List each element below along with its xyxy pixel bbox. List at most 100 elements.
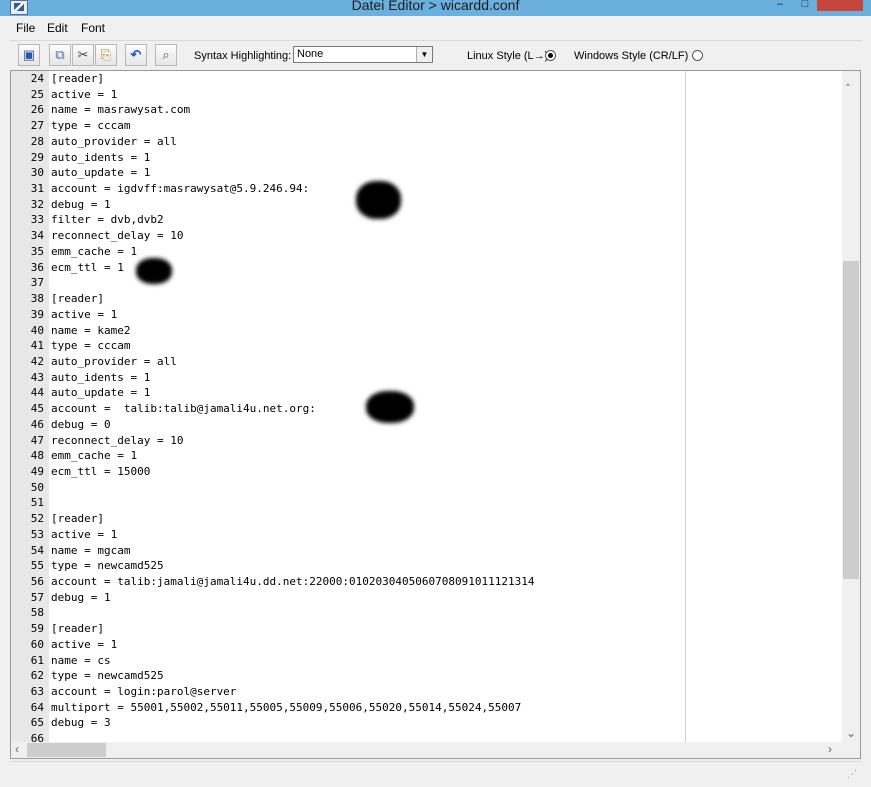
scroll-up-icon[interactable]: ‸: [846, 73, 850, 85]
scroll-right-icon[interactable]: ›: [828, 743, 832, 755]
code-line[interactable]: 54 name = mgcam: [17, 543, 697, 559]
line-number: 52: [30, 512, 44, 526]
window-title: Datei Editor > wicardd.conf: [351, 0, 520, 13]
code-line[interactable]: 52 [reader]: [17, 511, 697, 527]
line-text: account = talib:jamali@jamali4u.dd.net:2…: [51, 575, 535, 588]
maximize-button[interactable]: □: [795, 0, 815, 10]
code-line[interactable]: 55 type = newcamd525: [17, 558, 697, 574]
line-number: 65: [30, 716, 44, 730]
line-text: type = cccam: [51, 339, 131, 353]
line-text: debug = 1: [51, 197, 111, 211]
find-button[interactable]: ⌕: [155, 44, 177, 66]
menu-edit[interactable]: Edit: [47, 21, 68, 35]
line-text: name = cs: [51, 653, 111, 667]
code-line[interactable]: 36 ecm_ttl = 1: [17, 260, 697, 276]
line-number: 51: [30, 496, 44, 510]
line-number: 53: [30, 527, 44, 541]
line-text: [reader]: [51, 72, 104, 85]
line-text: debug = 0: [51, 417, 111, 431]
scroll-down-icon[interactable]: ⌄: [846, 727, 856, 739]
line-text: type = newcamd525: [51, 559, 164, 573]
syntax-highlighting-select[interactable]: None ▼: [293, 46, 433, 63]
scrollbar-corner: [842, 742, 860, 758]
line-text: active = 1: [51, 527, 118, 541]
code-line[interactable]: 49 ecm_ttl = 15000: [17, 464, 697, 480]
code-line[interactable]: 44 auto_update = 1: [17, 385, 697, 401]
code-line[interactable]: 30 auto_update = 1: [17, 165, 697, 181]
line-number: 48: [30, 449, 44, 463]
resize-grip-icon[interactable]: ⋰: [847, 769, 857, 780]
undo-button[interactable]: ↶: [125, 44, 147, 66]
redaction-mark: [356, 181, 401, 219]
menu-font[interactable]: Font: [81, 21, 105, 35]
code-line[interactable]: 39 active = 1: [17, 307, 697, 323]
toolbar: ▣ ⧉ ✂ ⎘ ↶ ⌕ Syntax Highlighting: None ▼ …: [9, 40, 863, 71]
code-area[interactable]: 24 [reader] 25 active = 1 26 name = masrawysa…: [17, 71, 697, 743]
minimize-button[interactable]: –: [770, 0, 790, 10]
line-text: debug = 3: [51, 716, 111, 730]
vertical-scroll-thumb[interactable]: [843, 261, 859, 579]
horizontal-scroll-thumb[interactable]: [27, 743, 106, 757]
line-number: 56: [30, 575, 44, 588]
line-text: emm_cache = 1: [51, 244, 138, 258]
code-line[interactable]: 65 debug = 3: [17, 715, 697, 731]
code-line[interactable]: 62 type = newcamd525: [17, 668, 697, 684]
line-text: auto_idents = 1: [51, 370, 151, 384]
code-line[interactable]: 47 reconnect_delay = 10: [17, 433, 697, 449]
code-line[interactable]: 40 name = kame2: [17, 323, 697, 339]
code-line[interactable]: 53 active = 1: [17, 527, 697, 543]
text-editor[interactable]: 24 [reader] 25 active = 1 26 name = masrawysa…: [10, 70, 861, 759]
code-line[interactable]: 37: [17, 275, 697, 291]
horizontal-scrollbar[interactable]: ‹ ›: [11, 742, 842, 758]
code-line[interactable]: 61 name = cs: [17, 653, 697, 669]
code-line[interactable]: 24 [reader]: [17, 71, 697, 87]
code-line[interactable]: 63 account = login:parol@server: [17, 684, 697, 700]
status-bar: ⋰: [10, 761, 861, 782]
line-number: 30: [30, 166, 44, 180]
code-line[interactable]: 64 multiport = 55001,55002,55011,55005,55…: [17, 700, 697, 716]
code-line[interactable]: 51: [17, 495, 697, 511]
code-line[interactable]: 48 emm_cache = 1: [17, 448, 697, 464]
code-line[interactable]: 56 account = talib:jamali@jamali4u.dd.net…: [17, 574, 697, 590]
code-line[interactable]: 59 [reader]: [17, 621, 697, 637]
undo-icon: ↶: [130, 47, 142, 62]
line-number: 31: [30, 182, 44, 196]
code-line[interactable]: 35 emm_cache = 1: [17, 244, 697, 260]
code-line[interactable]: 58: [17, 605, 697, 621]
vertical-scrollbar[interactable]: ‸ ⌄: [842, 71, 860, 743]
code-line[interactable]: 50: [17, 480, 697, 496]
code-line[interactable]: 29 auto_idents = 1: [17, 150, 697, 166]
code-line[interactable]: 33 filter = dvb,dvb2: [17, 212, 697, 228]
syntax-highlighting-label: Syntax Highlighting:: [194, 50, 292, 62]
copy-button[interactable]: ⧉: [49, 44, 71, 66]
line-number: 33: [30, 213, 44, 227]
line-text: [reader]: [51, 292, 104, 306]
cut-button[interactable]: ✂: [72, 44, 94, 66]
code-line[interactable]: 26 name = masrawysat.com: [17, 102, 697, 118]
code-line[interactable]: 60 active = 1: [17, 637, 697, 653]
menu-file[interactable]: File: [16, 21, 35, 35]
code-line[interactable]: 28 auto_provider = all: [17, 134, 697, 150]
linux-style-radio[interactable]: [545, 50, 556, 61]
line-number: 58: [30, 606, 44, 620]
line-number: 28: [30, 134, 44, 148]
code-line[interactable]: 27 type = cccam: [17, 118, 697, 134]
line-text: auto_provider = all: [51, 134, 177, 148]
code-line[interactable]: 43 auto_idents = 1: [17, 370, 697, 386]
code-line[interactable]: 45 account = talib:talib@jamali4u.net.org…: [17, 401, 697, 417]
paste-button[interactable]: ⎘: [95, 44, 117, 66]
close-button[interactable]: [817, 0, 863, 11]
scroll-left-icon[interactable]: ‹: [15, 743, 19, 755]
code-line[interactable]: 25 active = 1: [17, 87, 697, 103]
code-line[interactable]: 42 auto_provider = all: [17, 354, 697, 370]
code-line[interactable]: 41 type = cccam: [17, 338, 697, 354]
code-line[interactable]: 34 reconnect_delay = 10: [17, 228, 697, 244]
line-number: 35: [30, 244, 44, 258]
windows-style-radio[interactable]: [692, 50, 703, 61]
code-line[interactable]: 57 debug = 1: [17, 590, 697, 606]
line-text: active = 1: [51, 637, 118, 651]
code-line[interactable]: 46 debug = 0: [17, 417, 697, 433]
code-line[interactable]: 38 [reader]: [17, 291, 697, 307]
chevron-down-icon[interactable]: ▼: [416, 47, 432, 62]
save-button[interactable]: ▣: [18, 44, 40, 66]
